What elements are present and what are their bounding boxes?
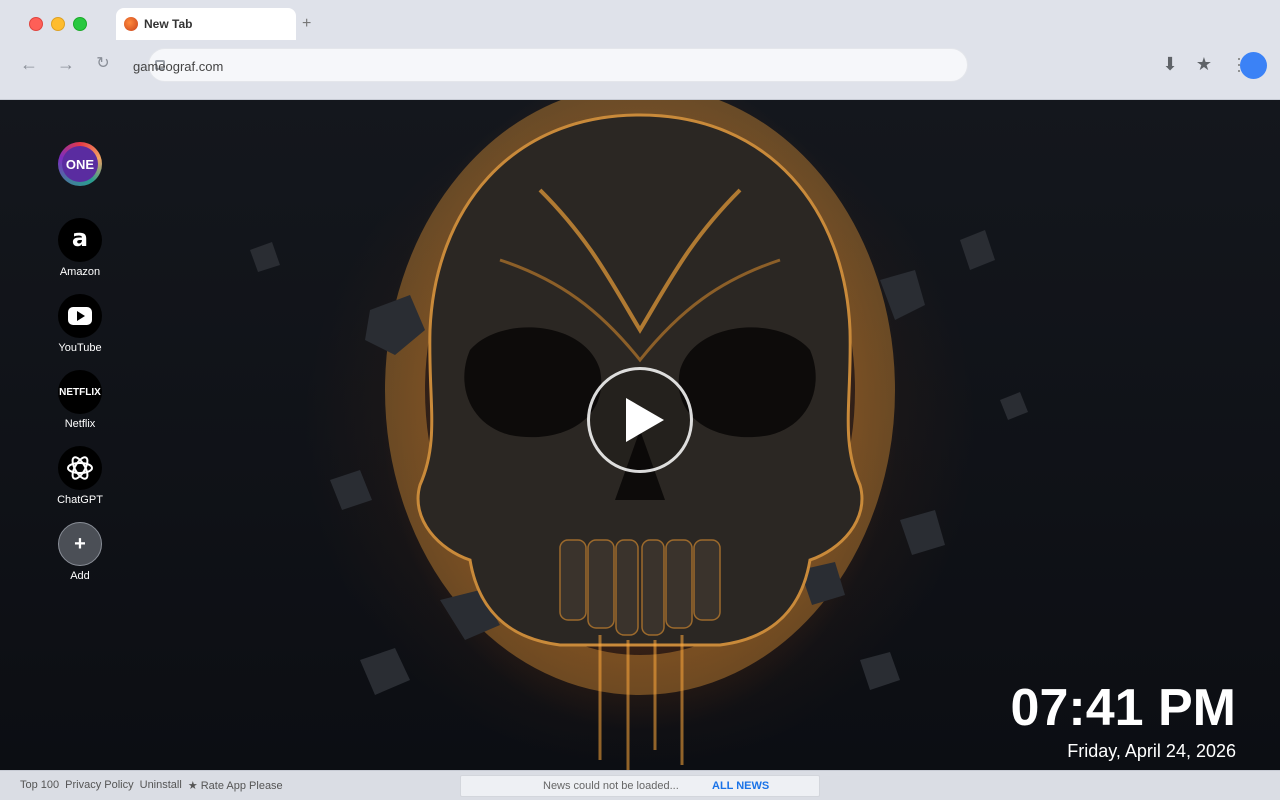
tab-favicon-icon (124, 17, 138, 31)
gameograf-one-logo[interactable]: ONE (58, 142, 102, 186)
browser-chrome: New Tab + ← → ↻ gameograf.com ⬇ ★ (0, 0, 1280, 100)
shortcut-youtube[interactable]: YouTube (40, 294, 120, 354)
tab-title: New Tab (144, 17, 193, 31)
footer-links: Top 100 Privacy Policy Uninstall ★ Rate … (20, 779, 283, 792)
shortcut-amazon[interactable]: a Amazon (40, 218, 120, 278)
youtube-icon (58, 294, 102, 338)
new-tab-page: ONE a Amazon YouTube NETFLIX Netflix Cha… (0, 100, 1280, 770)
tab-new-tab[interactable]: New Tab (116, 8, 296, 40)
clock-date: Friday, April 24, 2026 (1067, 741, 1236, 761)
minimize-window-button[interactable] (51, 17, 65, 31)
shortcut-label: ChatGPT (57, 494, 103, 506)
back-arrow-icon[interactable]: ← (18, 54, 40, 74)
play-video-button[interactable] (587, 367, 693, 473)
profile-avatar[interactable] (1240, 52, 1267, 79)
play-icon (626, 398, 664, 442)
shortcut-add[interactable]: + Add (40, 522, 120, 582)
window-controls (29, 17, 87, 31)
close-window-button[interactable] (29, 17, 43, 31)
amazon-icon: a (58, 218, 102, 262)
new-tab-button[interactable]: + (302, 15, 311, 33)
shortcut-label: Netflix (64, 418, 96, 430)
footer-link-top-100[interactable]: Top 100 (20, 779, 59, 792)
shortcut-label: Add (70, 570, 90, 582)
bookmark-star-icon[interactable]: ★ (1194, 54, 1214, 75)
shortcut-label: Amazon (59, 266, 101, 278)
shortcut-chatgpt[interactable]: ChatGPT (40, 446, 120, 506)
footer-bar: Top 100 Privacy Policy Uninstall ★ Rate … (0, 770, 1280, 800)
footer-link-privacy-policy[interactable]: Privacy Policy (65, 779, 133, 792)
shortcut-label: YouTube (58, 342, 102, 354)
shortcut-netflix[interactable]: NETFLIX Netflix (40, 370, 120, 430)
netflix-icon: NETFLIX (58, 370, 102, 414)
address-bar-url: gameograf.com (133, 59, 224, 74)
address-bar[interactable]: gameograf.com (133, 48, 968, 82)
news-status: News could not be loaded... (543, 780, 679, 792)
clock-time: 07:41 PM (1010, 679, 1236, 737)
footer-link-rate-app[interactable]: ★ Rate App Please (188, 779, 283, 792)
maximize-window-button[interactable] (73, 17, 87, 31)
forward-arrow-icon[interactable]: → (55, 54, 77, 74)
plus-icon: + (58, 522, 102, 566)
reload-icon[interactable]: ↻ (92, 54, 114, 74)
footer-link-uninstall[interactable]: Uninstall (140, 779, 182, 792)
news-ticker: News could not be loaded... ALL NEWS (460, 775, 820, 797)
all-news-link[interactable]: ALL NEWS (712, 780, 769, 792)
logo-one-text: ONE (62, 146, 98, 182)
download-icon[interactable]: ⬇ (1160, 54, 1180, 75)
chatgpt-icon (58, 446, 102, 490)
